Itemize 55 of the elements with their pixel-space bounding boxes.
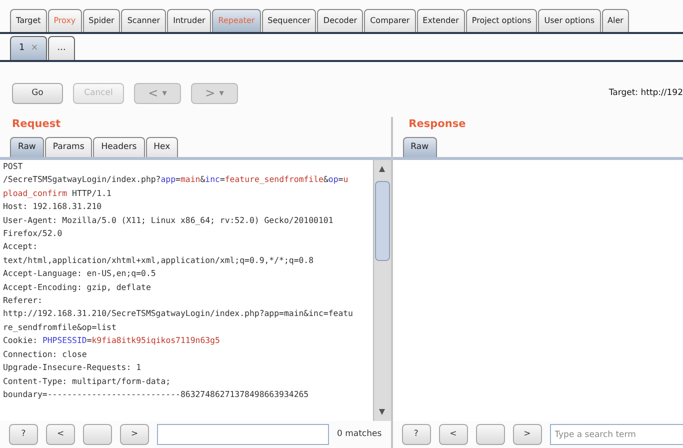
help-button[interactable]: ?: [402, 424, 431, 445]
code-line: Content-Type: multipart/form-data;: [3, 374, 171, 388]
code-line: /SecreTSMSgatwayLogin/index.php?app=main&inc=feature_sendfromfile&op=u: [3, 173, 348, 186]
main-tab[interactable]: Scanner: [121, 9, 166, 32]
blank-button[interactable]: [476, 424, 505, 445]
down-arrow-icon[interactable]: [378, 408, 386, 416]
editor-tab[interactable]: Params: [44, 137, 92, 157]
editor-tab[interactable]: Headers: [93, 137, 145, 157]
next-button[interactable]: >: [120, 424, 149, 445]
previous-button[interactable]: <: [46, 424, 75, 445]
editor-tab[interactable]: Hex: [146, 137, 178, 157]
match-count: 0 matches: [337, 428, 382, 441]
main-tab[interactable]: Sequencer: [262, 9, 316, 32]
main-tab[interactable]: Decoder: [317, 9, 364, 32]
main-tab[interactable]: Aler: [602, 9, 630, 32]
code-line: POST: [3, 160, 23, 173]
request-tab[interactable]: ...: [48, 36, 75, 60]
response-heading: Response: [408, 117, 466, 132]
main-tab[interactable]: Comparer: [364, 9, 416, 32]
main-tab[interactable]: Intruder: [167, 9, 212, 32]
request-heading: Request: [12, 117, 61, 132]
request-tab[interactable]: 1 ×: [10, 36, 48, 60]
main-tab[interactable]: Extender: [416, 9, 465, 32]
previous-button[interactable]: <: [438, 424, 468, 445]
scroll-thumb[interactable]: [374, 181, 390, 261]
code-line: Accept-Encoding: gzip, deflate: [3, 280, 151, 294]
code-line: Firefox/52.0: [3, 227, 62, 240]
code-line: Host: 192.168.31.210: [3, 200, 102, 214]
help-button[interactable]: ?: [9, 424, 38, 445]
code-line: pload_confirm HTTP/1.1: [3, 186, 112, 200]
code-line: User-Agent: Mozilla/5.0 (X11; Linux x86_64; rv:52.0) Gecko/20100101: [3, 214, 334, 227]
target-label: Target: http://192: [608, 86, 683, 100]
code-line: text/html,application/xhtml+xml,application/xml;q=0.9,*/*;q=0.8: [3, 254, 314, 267]
code-line: re_sendfromfile&op=list: [3, 320, 116, 334]
code-line: Connection: close: [3, 348, 87, 361]
main-tab[interactable]: Target: [10, 9, 47, 32]
scrollbar[interactable]: [372, 160, 391, 421]
main-tab[interactable]: Spider: [82, 9, 120, 32]
code-line: Cookie: PHPSESSID=k9fia8itk95iqikos7119n63g5: [3, 334, 220, 348]
up-arrow-icon[interactable]: [378, 165, 386, 173]
editor-tab[interactable]: Raw: [10, 137, 44, 157]
blank-button[interactable]: [83, 424, 112, 445]
editor-tab[interactable]: Raw: [402, 137, 437, 157]
code-line: Accept-Language: en-US,en;q=0.5: [3, 267, 156, 280]
code-line: http://192.168.31.210/SecreTSMSgatwayLogin/index.php?app=main&inc=featu: [3, 307, 353, 320]
main-tab[interactable]: Project options: [466, 9, 538, 32]
go-button[interactable]: Go: [12, 82, 63, 104]
search-field[interactable]: Type a search term: [550, 424, 683, 445]
next-button[interactable]: >: [512, 424, 542, 445]
code-line: Upgrade-Insecure-Requests: 1: [3, 361, 142, 374]
code-line: boundary=---------------------------86327486271378498663934265: [3, 388, 309, 401]
code-line: Accept:: [3, 240, 38, 254]
search-field[interactable]: [157, 424, 329, 445]
main-tab[interactable]: User options: [538, 9, 601, 32]
code-line: Referer:: [3, 294, 42, 308]
